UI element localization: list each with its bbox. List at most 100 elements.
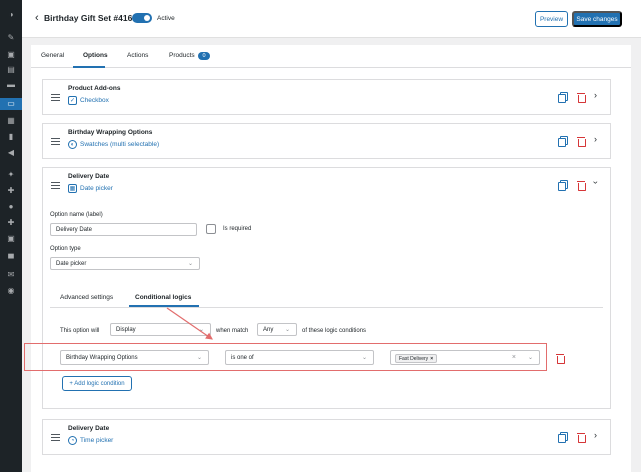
subtab-conditional-logics[interactable]: Conditional logics xyxy=(135,294,191,301)
clock-icon: ◔ xyxy=(68,436,77,445)
is-required-label: Is required xyxy=(223,226,252,232)
duplicate-icon[interactable] xyxy=(558,92,568,103)
option-type: ◐ Swatches (multi selectable) xyxy=(68,140,159,149)
trash-icon[interactable] xyxy=(577,180,586,191)
chevron-right-icon[interactable]: › xyxy=(594,431,597,440)
dashboard-icon[interactable]: ◑ xyxy=(5,10,17,20)
active-tab-indicator xyxy=(73,66,105,68)
clear-icon[interactable]: × xyxy=(512,354,516,361)
tab-bar: General Options Actions Products 0 xyxy=(31,45,631,68)
top-bar: ‹ Birthday Gift Set #416 Active Preview … xyxy=(22,0,641,38)
option-card[interactable]: Delivery Date ◔ Time picker › xyxy=(42,419,611,455)
chevron-down-icon[interactable]: › xyxy=(591,181,601,184)
is-required-checkbox[interactable] xyxy=(206,224,216,234)
tab-general[interactable]: General xyxy=(41,52,64,59)
chevron-right-icon[interactable]: › xyxy=(594,91,597,100)
logic-match-select[interactable]: Any ⌄ xyxy=(257,323,297,336)
chevron-down-icon: ⌄ xyxy=(361,355,367,361)
main-panel: General Options Actions Products 0 Produ… xyxy=(31,45,631,472)
analytics-icon[interactable]: ▮ xyxy=(5,132,17,142)
option-title: Birthday Wrapping Options xyxy=(68,129,153,136)
mail-icon[interactable]: ✉ xyxy=(5,270,17,280)
option-type: ▦ Date picker xyxy=(68,184,113,193)
calendar-icon: ▦ xyxy=(68,184,77,193)
chevron-down-icon: ⌄ xyxy=(527,355,533,361)
option-type-label: Date picker xyxy=(80,185,113,192)
logic-action-select[interactable]: Display ⌄ xyxy=(110,323,211,336)
collapse-icon[interactable]: ◉ xyxy=(5,286,17,296)
tab-options[interactable]: Options xyxy=(83,52,108,59)
settings-icon[interactable]: ▣ xyxy=(5,234,17,244)
plugins-icon[interactable]: ✚ xyxy=(5,186,17,196)
status-label: Active xyxy=(157,15,175,22)
option-card-expanded: Delivery Date ▦ Date picker › Option nam… xyxy=(42,167,611,409)
condition-operator-value: is one of xyxy=(231,354,254,361)
logic-prefix-label: This option will xyxy=(60,328,100,334)
trash-icon[interactable] xyxy=(577,136,586,147)
product-options-icon[interactable]: ▭ xyxy=(0,98,22,110)
option-type-label: Time picker xyxy=(80,437,114,444)
option-card[interactable]: Birthday Wrapping Options ◐ Swatches (mu… xyxy=(42,123,611,159)
option-type: ✓ Checkbox xyxy=(68,96,109,105)
active-toggle[interactable] xyxy=(132,13,152,23)
trash-icon[interactable] xyxy=(577,432,586,443)
back-arrow-icon[interactable]: ‹ xyxy=(35,12,39,24)
condition-field-value: Birthday Wrapping Options xyxy=(66,354,138,361)
duplicate-icon[interactable] xyxy=(558,136,568,147)
palette-icon: ◐ xyxy=(68,140,77,149)
duplicate-icon[interactable] xyxy=(558,432,568,443)
option-title: Product Add-ons xyxy=(68,85,121,92)
products-icon[interactable]: ▦ xyxy=(5,116,17,126)
logic-action-value: Display xyxy=(116,326,136,333)
appearance-icon[interactable]: ✦ xyxy=(5,170,17,180)
subtab-advanced-settings[interactable]: Advanced settings xyxy=(60,294,113,301)
option-title: Delivery Date xyxy=(68,173,110,180)
preview-button[interactable]: Preview xyxy=(535,11,568,27)
option-type: ◔ Time picker xyxy=(68,436,113,445)
logic-match-value: Any xyxy=(263,326,274,333)
chevron-down-icon: ⌄ xyxy=(198,327,204,333)
products-count-badge: 0 xyxy=(198,52,210,60)
tab-products[interactable]: Products xyxy=(169,52,195,59)
option-type-select[interactable]: Date picker ⌄ xyxy=(50,257,200,270)
chevron-down-icon: ⌄ xyxy=(284,327,290,333)
marketing-icon[interactable]: ◀ xyxy=(5,148,17,158)
option-type-label: Swatches (multi selectable) xyxy=(80,141,160,148)
trash-icon[interactable] xyxy=(577,92,586,103)
add-logic-condition-button[interactable]: + Add logic condition xyxy=(62,376,132,391)
option-name-label: Option name (label) xyxy=(50,212,103,218)
save-changes-button[interactable]: Save changes xyxy=(572,11,622,27)
pin-icon[interactable]: ✎ xyxy=(5,33,17,43)
option-title: Delivery Date xyxy=(68,425,110,432)
option-card[interactable]: Product Add-ons ✓ Checkbox › xyxy=(42,79,611,115)
chevron-right-icon[interactable]: › xyxy=(594,135,597,144)
comments-icon[interactable]: ▬ xyxy=(5,80,17,90)
chevron-down-icon: ⌄ xyxy=(187,261,193,267)
logic-suffix-label: of these logic conditions xyxy=(302,328,367,334)
page-title: Birthday Gift Set #416 xyxy=(44,13,133,23)
subtab-divider xyxy=(50,307,603,308)
when-match-label: when match xyxy=(216,328,249,334)
media-icon[interactable]: ▣ xyxy=(5,50,17,60)
admin-sidebar: ◑ ✎ ▣ ▤ ▬ ▭ ▦ ▮ ◀ ✦ ✚ ● ✚ ▣ ▀ ✉ ◉ xyxy=(0,0,22,472)
users-icon[interactable]: ● xyxy=(5,202,17,212)
duplicate-icon[interactable] xyxy=(558,180,568,191)
trash-icon[interactable] xyxy=(556,353,565,364)
condition-field-select[interactable]: Birthday Wrapping Options ⌄ xyxy=(60,350,209,365)
condition-value-tag: Fast Delivery × xyxy=(395,354,438,363)
chevron-down-icon: ⌄ xyxy=(196,355,202,361)
condition-operator-select[interactable]: is one of ⌄ xyxy=(225,350,374,365)
folder-icon[interactable]: ▀ xyxy=(5,254,17,264)
option-type-label: Checkbox xyxy=(80,97,109,104)
tools-icon[interactable]: ✚ xyxy=(5,218,17,228)
tab-actions[interactable]: Actions xyxy=(127,52,148,59)
pages-icon[interactable]: ▤ xyxy=(5,65,17,75)
drag-handle-icon[interactable] xyxy=(51,94,60,101)
drag-handle-icon[interactable] xyxy=(51,138,60,145)
drag-handle-icon[interactable] xyxy=(51,434,60,441)
checkbox-icon: ✓ xyxy=(68,96,77,105)
tag-remove-icon[interactable]: × xyxy=(430,356,433,362)
option-type-value: Date picker xyxy=(56,260,87,267)
drag-handle-icon[interactable] xyxy=(51,182,60,189)
option-name-input[interactable]: Delivery Date xyxy=(50,223,197,236)
